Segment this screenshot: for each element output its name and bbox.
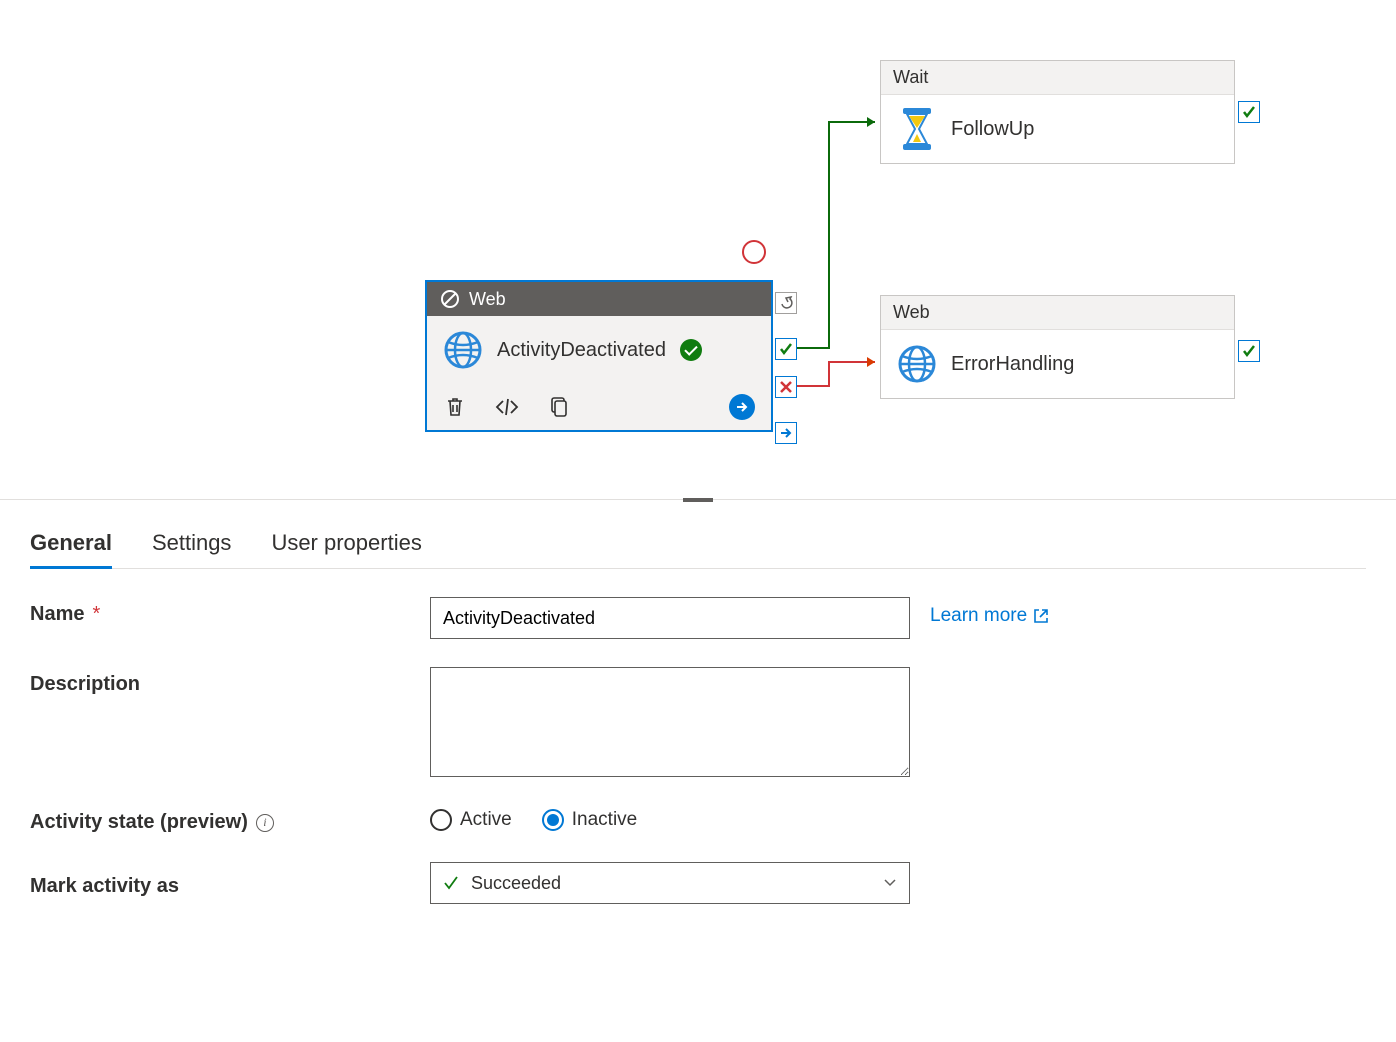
globe-icon (443, 330, 483, 370)
validation-check-icon (680, 339, 702, 361)
activity-type-label: Wait (893, 67, 928, 88)
pipeline-canvas[interactable]: Web ActivityDeactivated (0, 0, 1396, 500)
check-icon (443, 875, 459, 891)
hourglass-icon (897, 109, 937, 149)
mark-as-label: Mark activity as (30, 869, 410, 898)
activity-followup[interactable]: Wait FollowUp (880, 60, 1235, 164)
activity-header: Wait (881, 61, 1234, 95)
learn-more-link[interactable]: Learn more (930, 597, 1049, 627)
globe-icon (897, 344, 937, 384)
port-completion[interactable] (775, 292, 797, 314)
name-input[interactable] (430, 597, 910, 639)
description-label: Description (30, 667, 410, 696)
activity-header: Web (881, 296, 1234, 330)
activity-errorhandling[interactable]: Web ErrorHandling (880, 295, 1235, 399)
code-button[interactable] (495, 395, 519, 419)
property-tabs: General Settings User properties (30, 520, 1366, 569)
deactivated-icon (439, 288, 461, 310)
name-label: Name* (30, 597, 410, 626)
info-icon[interactable]: i (256, 814, 274, 832)
activity-state-label: Activity state (preview) i (30, 805, 410, 834)
activity-type-label: Web (893, 302, 930, 323)
connector-success (797, 120, 882, 350)
tab-user-properties[interactable]: User properties (271, 520, 421, 568)
port-success[interactable] (1238, 340, 1260, 362)
properties-panel: General Settings User properties Name* L… (0, 500, 1396, 952)
chevron-down-icon (883, 873, 897, 894)
activity-activity-deactivated[interactable]: Web ActivityDeactivated (425, 280, 773, 432)
tab-general[interactable]: General (30, 520, 112, 569)
delete-button[interactable] (443, 395, 467, 419)
external-link-icon (1033, 608, 1049, 624)
connector-failure (797, 360, 882, 400)
mark-as-select[interactable]: Succeeded (430, 862, 910, 904)
radio-active[interactable]: Active (430, 809, 512, 831)
radio-inactive[interactable]: Inactive (542, 809, 637, 831)
activity-name: ErrorHandling (951, 353, 1074, 376)
copy-button[interactable] (547, 395, 571, 419)
port-skip[interactable] (775, 422, 797, 444)
activity-name: FollowUp (951, 118, 1034, 141)
activity-type-label: Web (469, 289, 506, 310)
activity-header: Web (427, 282, 771, 316)
resize-handle[interactable] (683, 498, 713, 502)
tab-settings[interactable]: Settings (152, 520, 232, 568)
goto-button[interactable] (729, 394, 755, 420)
description-input[interactable] (430, 667, 910, 777)
port-success[interactable] (775, 338, 797, 360)
port-success[interactable] (1238, 101, 1260, 123)
breakpoint-marker[interactable] (742, 240, 766, 264)
port-failure[interactable] (775, 376, 797, 398)
activity-name: ActivityDeactivated (497, 339, 666, 362)
